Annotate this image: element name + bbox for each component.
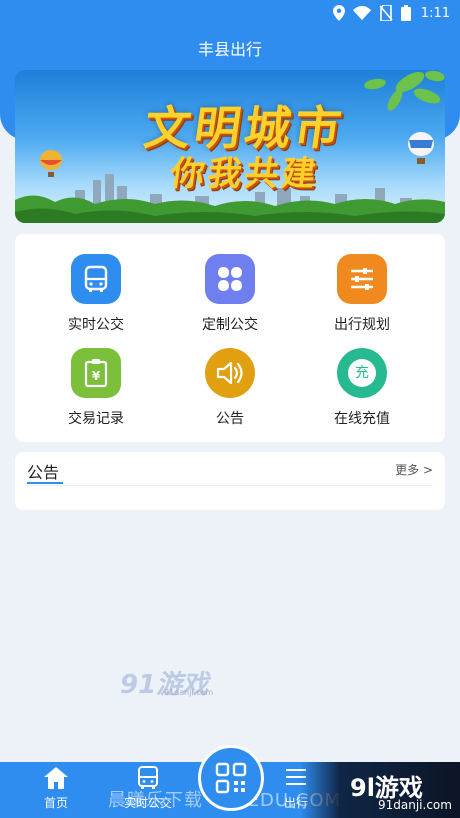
speaker-icon (205, 348, 255, 398)
tab-home[interactable]: 首页 (16, 762, 96, 818)
banner[interactable]: 文明城市 你我共建 (15, 70, 445, 223)
feature-custom-bus[interactable]: 定制公交 (175, 254, 285, 334)
watermark-corner: 9l游戏 91danji.com (300, 762, 460, 818)
feature-label: 定制公交 (202, 317, 258, 333)
notice-card: 公告 更多 > (15, 452, 445, 510)
qr-code-icon (215, 762, 247, 794)
feature-label: 交易记录 (68, 411, 124, 427)
receipt-icon: ¥ (71, 348, 121, 398)
watermark-logo: 91游戏 91danji.com (120, 664, 220, 704)
qr-scan-button[interactable] (198, 745, 264, 811)
notice-more-link[interactable]: 更多 > (395, 461, 433, 478)
recharge-icon: 充 (337, 348, 387, 398)
divider (27, 485, 433, 486)
svg-text:¥: ¥ (92, 369, 101, 383)
status-time: 1:11 (420, 5, 450, 21)
feature-grid: 实时公交 定制公交 出行规划 ¥ 交易记录 公告 充 在线充值 (15, 234, 445, 442)
tab-label: 首页 (43, 796, 68, 810)
grid-clover-icon (205, 254, 255, 304)
banner-subtitle: 你我共建 (167, 154, 322, 194)
feature-recharge[interactable]: 充 在线充值 (307, 348, 417, 428)
watermark-corner-sub: 91danji.com (378, 798, 452, 812)
feature-trip-planning[interactable]: 出行规划 (307, 254, 417, 334)
feature-announcement[interactable]: 公告 (175, 348, 285, 428)
sliders-icon (337, 254, 387, 304)
home-icon (44, 767, 68, 789)
recharge-badge: 充 (348, 359, 376, 387)
battery-icon (400, 5, 411, 21)
feature-realtime-bus[interactable]: 实时公交 (41, 254, 151, 334)
feature-label: 出行规划 (334, 317, 390, 333)
wifi-icon (352, 6, 371, 20)
no-sim-icon (379, 5, 393, 21)
notice-title: 公告 (27, 463, 60, 482)
feature-label: 公告 (216, 411, 244, 427)
page-title: 丰县出行 (197, 40, 262, 59)
feature-label: 在线充值 (334, 411, 390, 427)
status-bar: 1:11 (0, 0, 460, 28)
watermark-logo-sub: 91danji.com (164, 688, 214, 697)
feature-transactions[interactable]: ¥ 交易记录 (41, 348, 151, 428)
notice-title-underline (27, 482, 63, 484)
feature-label: 实时公交 (68, 317, 124, 333)
bus-icon (71, 254, 121, 304)
location-icon (332, 5, 345, 21)
